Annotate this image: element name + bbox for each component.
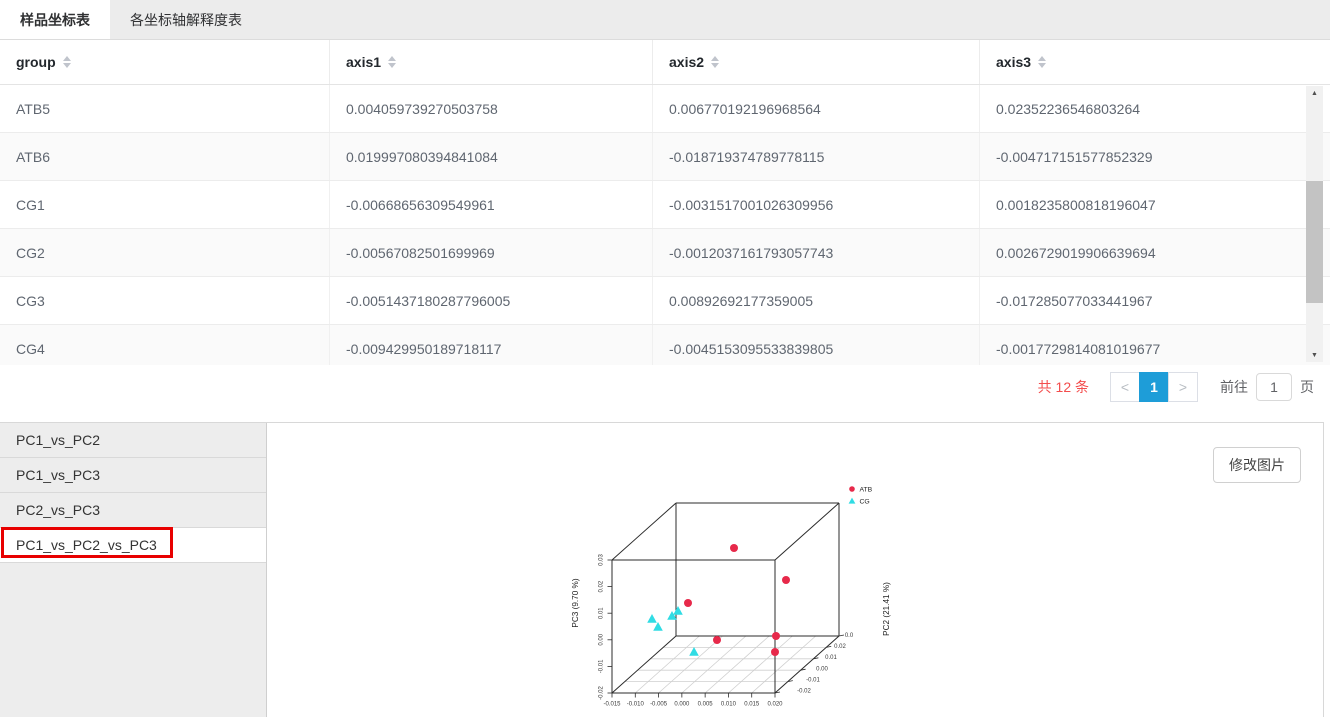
svg-text:-0.01: -0.01	[599, 659, 605, 673]
pager-buttons: < 1 >	[1111, 372, 1198, 402]
pagination: 共 12 条 < 1 > 前往 页	[0, 369, 1330, 405]
svg-text:0.01: 0.01	[825, 655, 837, 661]
list-item-pc1-vs-pc2[interactable]: PC1_vs_PC2	[0, 423, 266, 458]
svg-text:0.03: 0.03	[599, 554, 605, 566]
column-header-axis2: axis2	[653, 40, 980, 84]
svg-text:-0.02: -0.02	[599, 686, 605, 700]
cell-group: CG4	[0, 325, 330, 365]
cell-axis3: 0.0026729019906639694	[980, 229, 1305, 276]
edit-image-button[interactable]: 修改图片	[1213, 447, 1301, 483]
cell-axis2: -0.0031517001026309956	[653, 181, 980, 228]
total-count-label: 共 12 条	[1038, 377, 1089, 397]
plot-section: PC1_vs_PC2 PC1_vs_PC3 PC2_vs_PC3 PC1_vs_…	[0, 422, 1324, 717]
sample-coordinates-table: group axis1 axis2 axis3 ATB5 0.004059739…	[0, 40, 1330, 365]
cell-axis2: -0.018719374789778115	[653, 133, 980, 180]
svg-text:CG: CG	[860, 498, 870, 505]
table-row: CG3 -0.0051437180287796005 0.00892692177…	[0, 277, 1330, 325]
column-header-axis3: axis3	[980, 40, 1305, 84]
scrollbar-thumb[interactable]	[1306, 181, 1323, 303]
cell-axis1: -0.009429950189718117	[330, 325, 653, 365]
cell-axis3: -0.004717151577852329	[980, 133, 1305, 180]
pca-3d-scatter-plot: -0.015 -0.010 -0.005 0.000 0.005 0.010 0.015 0.…	[520, 431, 940, 717]
chevron-right-icon: >	[1179, 379, 1187, 395]
svg-text:PC3 (9.70 %): PC3 (9.70 %)	[571, 578, 580, 627]
cell-group: CG2	[0, 229, 330, 276]
cell-axis1: -0.0051437180287796005	[330, 277, 653, 324]
svg-text:0.0: 0.0	[845, 633, 854, 639]
svg-text:0.01: 0.01	[599, 607, 605, 619]
sort-axis2-icon[interactable]	[711, 56, 719, 68]
next-page-button[interactable]: >	[1168, 372, 1198, 402]
goto-label: 前往	[1220, 377, 1248, 397]
table-row: ATB6 0.019997080394841084 -0.01871937478…	[0, 133, 1330, 181]
cell-axis1: 0.019997080394841084	[330, 133, 653, 180]
svg-text:-0.02: -0.02	[797, 689, 811, 695]
cell-group: CG3	[0, 277, 330, 324]
page-root: 样品坐标表 各坐标轴解释度表 group axis1 axis2 axis3	[0, 0, 1330, 717]
table-row: CG2 -0.00567082501699969 -0.001203716179…	[0, 229, 1330, 277]
cell-axis1: 0.004059739270503758	[330, 85, 653, 132]
svg-text:PC2 (21.41 %): PC2 (21.41 %)	[882, 582, 891, 636]
svg-text:0.020: 0.020	[767, 702, 783, 708]
page-unit-label: 页	[1300, 377, 1314, 397]
sort-group-icon[interactable]	[63, 56, 71, 68]
cell-axis2: -0.0045153095533839805	[653, 325, 980, 365]
goto-page-group: 前往 页	[1220, 373, 1314, 401]
column-label: group	[16, 54, 56, 70]
sort-axis1-icon[interactable]	[388, 56, 396, 68]
cell-axis2: 0.006770192196968564	[653, 85, 980, 132]
list-item-pc1-vs-pc2-vs-pc3[interactable]: PC1_vs_PC2_vs_PC3	[0, 528, 266, 563]
table-scrollbar[interactable]: ▲ ▼	[1306, 86, 1323, 362]
column-label: axis1	[346, 54, 381, 70]
tab-axis-explanation[interactable]: 各坐标轴解释度表	[110, 0, 262, 39]
cell-group: CG1	[0, 181, 330, 228]
scroll-down-icon[interactable]: ▼	[1306, 348, 1323, 362]
top-tabbar: 样品坐标表 各坐标轴解释度表	[0, 0, 1330, 40]
svg-text:0.015: 0.015	[744, 702, 760, 708]
svg-text:0.02: 0.02	[834, 644, 846, 650]
cell-group: ATB5	[0, 85, 330, 132]
tab-sample-coordinates[interactable]: 样品坐标表	[0, 0, 110, 39]
column-header-axis1: axis1	[330, 40, 653, 84]
svg-text:0.000: 0.000	[674, 702, 690, 708]
plot-panel: 修改图片 -0.015 -0.010 -0.005 0.000 0.005 0.010 0.…	[267, 423, 1323, 717]
table-row: ATB5 0.004059739270503758 0.006770192196…	[0, 85, 1330, 133]
svg-text:ATB: ATB	[860, 486, 873, 493]
column-label: axis2	[669, 54, 704, 70]
table-header-row: group axis1 axis2 axis3	[0, 40, 1330, 85]
svg-text:-0.005: -0.005	[650, 702, 668, 708]
list-item-label: PC1_vs_PC2_vs_PC3	[16, 537, 157, 553]
cell-axis3: -0.0017729814081019677	[980, 325, 1305, 365]
goto-page-input[interactable]	[1256, 373, 1292, 401]
svg-text:0.010: 0.010	[721, 702, 737, 708]
cell-axis1: -0.00668656309549961	[330, 181, 653, 228]
list-item-pc1-vs-pc3[interactable]: PC1_vs_PC3	[0, 458, 266, 493]
svg-text:0.02: 0.02	[599, 580, 605, 592]
svg-text:0.00: 0.00	[816, 666, 828, 672]
svg-text:0.005: 0.005	[698, 702, 714, 708]
svg-text:-0.015: -0.015	[603, 702, 621, 708]
page-number-button[interactable]: 1	[1139, 372, 1169, 402]
column-label: axis3	[996, 54, 1031, 70]
table-body: ATB5 0.004059739270503758 0.006770192196…	[0, 85, 1330, 365]
column-header-group: group	[0, 40, 330, 84]
svg-text:-0.010: -0.010	[627, 702, 645, 708]
table-row: CG1 -0.00668656309549961 -0.003151700102…	[0, 181, 1330, 229]
cell-axis3: 0.0018235800818196047	[980, 181, 1305, 228]
table-row: CG4 -0.009429950189718117 -0.00451530955…	[0, 325, 1330, 365]
cell-axis2: -0.0012037161793057743	[653, 229, 980, 276]
list-item-pc2-vs-pc3[interactable]: PC2_vs_PC3	[0, 493, 266, 528]
plot-type-list: PC1_vs_PC2 PC1_vs_PC3 PC2_vs_PC3 PC1_vs_…	[0, 423, 267, 717]
cell-axis1: -0.00567082501699969	[330, 229, 653, 276]
sort-axis3-icon[interactable]	[1038, 56, 1046, 68]
svg-text:0.00: 0.00	[599, 633, 605, 645]
scroll-up-icon[interactable]: ▲	[1306, 86, 1323, 100]
prev-page-button[interactable]: <	[1110, 372, 1140, 402]
chevron-left-icon: <	[1121, 379, 1129, 395]
cell-group: ATB6	[0, 133, 330, 180]
cell-axis3: 0.02352236546803264	[980, 85, 1305, 132]
svg-text:-0.01: -0.01	[806, 677, 820, 683]
cell-axis3: -0.017285077033441967	[980, 277, 1305, 324]
cell-axis2: 0.00892692177359005	[653, 277, 980, 324]
